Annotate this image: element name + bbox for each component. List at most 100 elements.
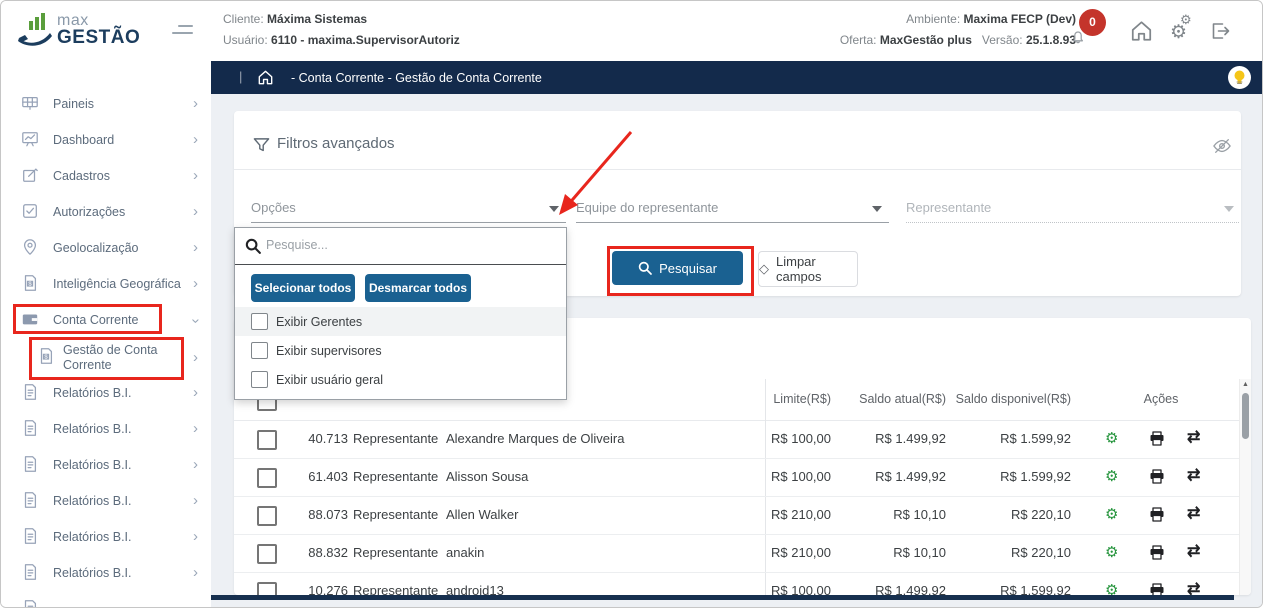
print-icon[interactable] — [1149, 431, 1165, 446]
checkbox[interactable] — [251, 371, 268, 388]
sidebar-item-relatorios-bi[interactable]: Relatórios B.I.› — [1, 416, 211, 444]
panels-icon — [21, 94, 39, 112]
chevron-right-icon: › — [193, 276, 198, 292]
transfer-icon[interactable]: ⇄ — [1187, 429, 1200, 447]
notifications-badge: 0 — [1079, 9, 1106, 36]
select-all-button[interactable]: Selecionar todos — [251, 274, 355, 302]
chevron-down-icon: › — [188, 319, 204, 324]
table-row: 40.713 Representante Alexandre Marques d… — [234, 420, 1251, 459]
sidebar-item-relatorios-bi[interactable]: Relatórios B.I.› — [1, 488, 211, 516]
checkbox[interactable] — [251, 313, 268, 330]
logout-icon[interactable] — [1209, 20, 1232, 42]
search-icon — [245, 238, 261, 254]
table-scrollbar[interactable]: ▲ — [1239, 379, 1251, 595]
sidebar-item-inteligencia-geografica[interactable]: $ Inteligência Geográfica› — [1, 271, 211, 299]
table-row: 10.276 Representante android13 R$ 100,00… — [234, 572, 1251, 595]
table-row: 88.832 Representante anakin R$ 210,00 R$… — [234, 534, 1251, 573]
option-exibir-gerentes[interactable]: Exibir Gerentes — [235, 307, 566, 336]
divider — [234, 169, 1241, 170]
row-checkbox[interactable] — [257, 430, 277, 450]
sidebar-item-relatorios-bi[interactable]: Relatórios B.I.› — [1, 560, 211, 588]
home-icon[interactable] — [1129, 19, 1154, 43]
document-icon — [21, 383, 39, 401]
chevron-right-icon: › — [193, 168, 198, 184]
options-underline — [251, 222, 566, 223]
scrollbar-thumb[interactable] — [1242, 393, 1249, 439]
print-icon[interactable] — [1149, 469, 1165, 484]
top-header: max GESTÃO Cliente: Máxima Sistemas Usuá… — [1, 1, 1262, 61]
chevron-right-icon: › — [193, 457, 198, 473]
sidebar-item-relatorios-bi[interactable]: Relatórios B.I.› — [1, 452, 211, 480]
settings-gear-icon[interactable]: ⚙ — [1105, 468, 1118, 486]
dashboard-icon — [21, 130, 39, 148]
representative-underline — [906, 222, 1239, 223]
column-header-actions: Ações — [1101, 392, 1221, 406]
clear-fields-button[interactable]: ◇ Limpar campos — [758, 251, 858, 287]
chevron-right-icon: › — [193, 350, 198, 366]
document-icon — [21, 563, 39, 581]
chevron-right-icon: › — [193, 96, 198, 112]
offer-version-info: Oferta: MaxGestão plus Versão: 25.1.8.93 — [706, 33, 1076, 47]
option-exibir-supervisores[interactable]: Exibir supervisores — [235, 336, 566, 365]
settings-gear-icon[interactable]: ⚙ — [1105, 506, 1118, 524]
option-exibir-usuario-geral[interactable]: Exibir usuário geral — [235, 365, 566, 394]
chevron-right-icon: › — [193, 385, 198, 401]
client-info: Cliente: Máxima Sistemas — [223, 12, 367, 26]
transfer-icon[interactable]: ⇄ — [1187, 505, 1200, 523]
breadcrumb-bar: | - Conta Corrente - Gestão de Conta Cor… — [211, 61, 1262, 94]
hide-filters-eye-slash-icon[interactable] — [1212, 137, 1232, 155]
row-checkbox[interactable] — [257, 544, 277, 564]
sidebar-item-relatorios-bi[interactable]: Relatórios B.I.› — [1, 380, 211, 408]
user-info: Usuário: 6110 - maxima.SupervisorAutoriz — [223, 33, 460, 47]
sidebar-item-dashboard[interactable]: Dashboard› — [1, 127, 211, 155]
document-icon — [21, 491, 39, 509]
row-checkbox[interactable] — [257, 582, 277, 595]
app-window: max GESTÃO Cliente: Máxima Sistemas Usuá… — [0, 0, 1263, 608]
representative-dropdown-arrow-icon — [1224, 206, 1234, 212]
settings-gear-icon[interactable]: ⚙ — [1105, 582, 1118, 595]
sidebar-item-geolocalizacao[interactable]: Geolocalização› — [1, 235, 211, 263]
chevron-right-icon: › — [193, 529, 198, 545]
chevron-right-icon: › — [193, 565, 198, 581]
sidebar-item-paineis[interactable]: Paineis› — [1, 91, 211, 119]
sidebar-item-cadastros[interactable]: Cadastros› — [1, 163, 211, 191]
breadcrumb: - Conta Corrente - Gestão de Conta Corre… — [291, 71, 542, 85]
transfer-icon[interactable]: ⇄ — [1187, 581, 1200, 595]
column-header-available-balance[interactable]: Saldo disponivel(R$) — [949, 392, 1071, 406]
chevron-right-icon: › — [193, 240, 198, 256]
sidebar-item-relatorios-bi[interactable]: Relatórios B.I.› — [1, 524, 211, 552]
sidebar-item-autorizacoes[interactable]: Autorizações› — [1, 199, 211, 227]
column-header-current-balance[interactable]: Saldo atual(R$) — [851, 392, 946, 406]
settings-gear-icon[interactable]: ⚙ — [1105, 544, 1118, 562]
transfer-icon[interactable]: ⇄ — [1187, 467, 1200, 485]
table-row: 88.073 Representante Allen Walker R$ 210… — [234, 496, 1251, 535]
row-checkbox[interactable] — [257, 506, 277, 526]
edit-icon — [21, 166, 39, 184]
chevron-right-icon: › — [193, 421, 198, 437]
representative-select[interactable]: Representante — [906, 200, 991, 215]
print-icon[interactable] — [1149, 507, 1165, 522]
dropdown-search-input[interactable]: Pesquise... — [235, 228, 566, 265]
sidebar-toggle-icon[interactable] — [172, 25, 194, 34]
settings-gears-icon[interactable]: ⚙ ⚙ — [1170, 15, 1200, 47]
doc-money-icon: $ — [21, 274, 39, 292]
document-icon — [21, 599, 39, 608]
chevron-right-icon: › — [193, 204, 198, 220]
checkbox[interactable] — [251, 342, 268, 359]
bottom-edge-bar — [211, 595, 1234, 600]
print-icon[interactable] — [1149, 583, 1165, 595]
deselect-all-button[interactable]: Desmarcar todos — [365, 274, 471, 302]
column-header-limit[interactable]: Limite(R$) — [741, 392, 831, 406]
annotation-rect-gestao-conta-corrente — [29, 337, 184, 380]
breadcrumb-home-icon[interactable] — [257, 69, 274, 86]
row-checkbox[interactable] — [257, 468, 277, 488]
options-select[interactable]: Opções — [251, 200, 296, 215]
document-icon — [21, 455, 39, 473]
options-dropdown-panel: Pesquise... Selecionar todos Desmarcar t… — [234, 227, 567, 400]
help-bulb-icon[interactable] — [1228, 66, 1251, 89]
transfer-icon[interactable]: ⇄ — [1187, 543, 1200, 561]
print-icon[interactable] — [1149, 545, 1165, 560]
scroll-up-arrow-icon[interactable]: ▲ — [1242, 381, 1249, 388]
settings-gear-icon[interactable]: ⚙ — [1105, 430, 1118, 448]
team-dropdown-arrow-icon[interactable] — [872, 206, 882, 212]
